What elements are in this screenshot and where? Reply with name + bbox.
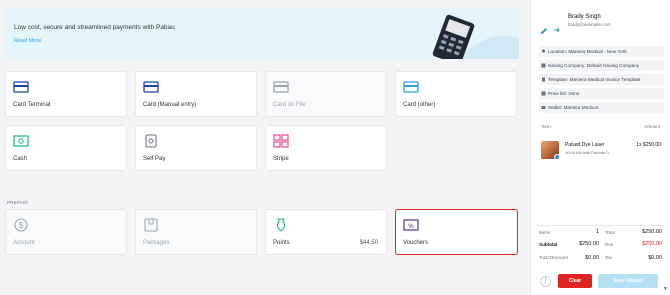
total-value: $250.00 — [642, 229, 662, 235]
subtotal-value: $250.00 — [579, 241, 599, 247]
method-stripe[interactable]: Stripe — [265, 125, 387, 171]
item-name[interactable]: Pulsed Dye Laser — [565, 142, 604, 148]
self-pay-icon — [145, 134, 157, 148]
method-self-pay[interactable]: Self Pay — [135, 125, 257, 171]
total-label: Total — [605, 230, 615, 235]
dollar-icon: $ — [14, 218, 28, 232]
total-discount-value: $0.00 — [585, 255, 599, 261]
clear-button[interactable]: Clear — [558, 274, 592, 288]
totals-panel: Items 1 Total $250.00 Subtotal $250.00 D… — [537, 225, 665, 265]
customer-name: Brady Singh — [568, 14, 601, 20]
payment-methods-panel: Low cost, secure and streamlined payment… — [0, 0, 527, 295]
method-card-other[interactable]: Card (other) — [395, 71, 517, 117]
customer-email: brady@example.com — [568, 22, 611, 27]
method-label: Cash — [13, 156, 28, 162]
price-list-icon — [541, 91, 546, 96]
cash-icon — [13, 135, 29, 147]
subtotal-label: Subtotal — [539, 242, 558, 247]
method-cash[interactable]: Cash — [5, 125, 127, 171]
item-column-header: Item — [542, 124, 551, 129]
card-icon — [273, 81, 289, 93]
method-label: Card on File — [273, 102, 306, 108]
info-wallet[interactable]: Wallet: Maniera Medical — [539, 102, 664, 113]
save-unpaid-button[interactable]: Save Unpaid — [598, 274, 658, 288]
prepaid-vouchers[interactable]: % Vouchers — [395, 209, 518, 255]
location-icon — [541, 49, 546, 53]
points-balance: $44.50 — [359, 240, 378, 246]
card-icon — [403, 81, 419, 93]
voucher-icon: % — [403, 219, 419, 231]
method-card-manual[interactable]: Card (Manual entry) — [135, 71, 257, 117]
item-price: 1x $250.00 — [636, 142, 661, 148]
info-issuing-company[interactable]: Issuing Company: Default Issuing Company — [539, 60, 664, 71]
method-label: Card (Manual entry) — [143, 102, 197, 108]
tax-value: $0.00 — [648, 255, 662, 261]
info-location[interactable]: Location: Maniera Medical - New York — [539, 46, 664, 57]
prepaid-section-label: PREPAID — [7, 200, 28, 205]
info-price-list[interactable]: Price list: None — [539, 88, 664, 99]
read-more-link[interactable]: Read More — [14, 38, 41, 44]
scroll-down-icon[interactable]: ▼ — [663, 286, 668, 292]
card-icon — [13, 81, 29, 93]
package-icon — [144, 218, 158, 232]
method-label: Stripe — [273, 156, 289, 162]
method-label: Card (other) — [403, 102, 436, 108]
amount-column-header: Amount — [644, 124, 660, 129]
prepaid-points[interactable]: Points $44.50 — [265, 209, 387, 255]
swap-customer-icon[interactable] — [553, 27, 561, 35]
due-value: $250.00 — [642, 241, 662, 247]
card-terminal-illustration — [432, 14, 519, 59]
item-badge-icon — [554, 154, 560, 160]
item-subtitle: 10:00 AM with Daphne D... — [565, 150, 613, 155]
wallet-icon — [541, 106, 546, 109]
tax-label: Tax — [605, 255, 613, 260]
prepaid-label: Account — [13, 240, 35, 246]
info-template[interactable]: Template: Maniera Medical Invoice Templa… — [539, 74, 664, 85]
svg-text:$: $ — [19, 221, 24, 230]
company-icon — [541, 63, 546, 68]
edit-icon[interactable] — [540, 27, 548, 35]
total-discount-label: Total Discount — [539, 255, 568, 260]
prepaid-account: $ Account — [5, 209, 127, 255]
due-label: Due — [605, 242, 614, 247]
promo-banner: Low cost, secure and streamlined payment… — [5, 8, 519, 59]
card-icon — [143, 81, 159, 93]
payment-screen: Low cost, secure and streamlined payment… — [0, 0, 670, 295]
method-label: Card Terminal — [13, 102, 51, 108]
prepaid-label: Packages — [143, 240, 170, 246]
prepaid-packages: Packages — [135, 209, 257, 255]
invoice-sidebar: Brady Singh brady@example.com Location: … — [530, 0, 670, 295]
prepaid-label: Vouchers — [403, 240, 429, 246]
banner-title: Low cost, secure and streamlined payment… — [14, 24, 175, 31]
prepaid-label: Points — [273, 240, 290, 246]
items-label: Items — [539, 230, 551, 235]
points-icon — [276, 218, 286, 232]
more-options-button[interactable]: ⋮ — [540, 276, 551, 287]
method-label: Self Pay — [143, 156, 166, 162]
items-value: 1 — [595, 229, 599, 235]
method-card-on-file: Card on File — [265, 71, 387, 117]
template-icon — [542, 77, 545, 82]
stripe-icon — [273, 134, 289, 148]
method-card-terminal[interactable]: Card Terminal — [5, 71, 127, 117]
svg-text:%: % — [408, 224, 414, 230]
